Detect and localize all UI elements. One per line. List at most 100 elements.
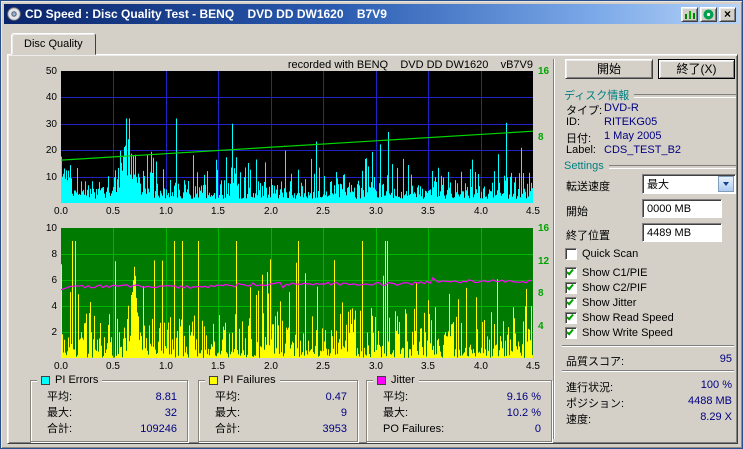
y-axis-tick: 40	[45, 92, 57, 103]
stat-row: 最大: 10.2 %	[367, 405, 551, 421]
close-button[interactable]: ×	[719, 6, 736, 22]
y-axis-right-tick: 8	[538, 288, 544, 299]
checkbox-quick-scan[interactable]: Quick Scan	[565, 247, 638, 261]
disc-info-value: DVD-R	[604, 102, 639, 114]
end-position-input[interactable]	[642, 223, 722, 242]
checkbox-box[interactable]	[565, 282, 577, 294]
legend-swatch	[377, 375, 386, 385]
disc-info-value: CDS_TEST_B2	[604, 144, 682, 156]
checkbox-box[interactable]	[565, 327, 577, 339]
checkbox-box[interactable]	[565, 267, 577, 279]
checkbox-show-jitter[interactable]: Show Jitter	[565, 296, 636, 310]
recorded-with-label: recorded with BENQ DVD DD DW1620 vB7V9	[287, 59, 533, 71]
stat-label: PO Failures:	[383, 423, 445, 435]
x-axis-tick: 0.0	[54, 361, 68, 372]
x-axis-tick: 0.5	[106, 206, 120, 217]
disc-info-header-text: ディスク情報	[564, 90, 630, 102]
start-button[interactable]: 開始	[565, 59, 653, 79]
legend-swatch	[209, 375, 218, 385]
y-axis-right-tick: 12	[538, 256, 550, 267]
start-position-label: 開始	[566, 206, 588, 218]
x-axis-tick: 4.0	[474, 206, 488, 217]
x-axis-tick: 3.5	[421, 361, 435, 372]
chart-icon	[684, 10, 695, 19]
x-axis-tick: 0.5	[106, 361, 120, 372]
checkbox-show-c1-pie[interactable]: Show C1/PIE	[565, 266, 647, 280]
start-position-input[interactable]	[642, 199, 722, 218]
titlebar[interactable]: CD Speed : Disc Quality Test - BENQ DVD …	[4, 4, 739, 24]
quality-score-label: 品質スコア:	[566, 356, 625, 368]
side-panel: 開始 終了(X) ディスク情報 タイプ: DVD-R ID: RITEKG05 日付: 1…	[560, 57, 738, 443]
stat-value: 8.81	[155, 391, 177, 403]
checkbox-label: Show C1/PIE	[582, 267, 648, 279]
disc-info-header: ディスク情報	[564, 87, 736, 103]
stat-row: 平均: 8.81	[31, 389, 187, 405]
stat-row: 最大: 32	[31, 405, 187, 421]
settings-header: Settings	[564, 160, 736, 172]
x-axis-tick: 3.0	[369, 206, 383, 217]
end-position-label: 終了位置	[566, 230, 610, 242]
stat-row: 合計: 109246	[31, 421, 187, 437]
x-axis-tick: 1.5	[211, 361, 225, 372]
checkbox-show-read-speed[interactable]: Show Read Speed	[565, 311, 674, 325]
transfer-speed-value: 最大	[647, 179, 669, 191]
y-axis-tick: 8	[51, 249, 57, 260]
y-axis-tick: 2	[51, 327, 57, 338]
window-title: CD Speed : Disc Quality Test - BENQ DVD …	[25, 7, 387, 21]
dropdown-button[interactable]	[718, 176, 734, 192]
checkbox-label: Show C2/PIF	[582, 282, 647, 294]
check-icon	[566, 312, 574, 321]
stat-box-legend: PI Errors	[37, 373, 103, 387]
stat-box-title: PI Failures	[223, 374, 276, 386]
stat-value: 0	[534, 423, 541, 435]
checkbox-box[interactable]	[565, 297, 577, 309]
stat-value: 32	[164, 407, 177, 419]
check-icon	[566, 327, 574, 336]
transfer-speed-select[interactable]: 最大	[642, 174, 736, 194]
x-axis-tick: 4.5	[526, 361, 540, 372]
check-icon	[566, 297, 574, 306]
stat-row: 平均: 0.47	[199, 389, 357, 405]
x-axis-tick: 2.0	[264, 206, 278, 217]
checkbox-label: Quick Scan	[582, 248, 639, 260]
disc-button[interactable]	[700, 6, 717, 22]
stat-box-pi-failures: PI Failures 平均: 0.47 最大: 9 合計: 3953	[198, 373, 358, 442]
x-axis-tick: 2.0	[264, 361, 278, 372]
stat-label: 最大:	[47, 407, 73, 419]
check-icon	[566, 267, 574, 276]
tab-page: recorded with BENQ DVD DD DW1620 vB7V9 開…	[7, 54, 738, 444]
stat-box-legend: Jitter	[373, 373, 419, 387]
chart-button[interactable]	[681, 6, 698, 22]
pi-errors-chart	[61, 71, 533, 203]
position-label: ポジション:	[566, 398, 625, 410]
stat-row: 合計: 3953	[199, 421, 357, 437]
stat-label: 最大:	[383, 407, 409, 419]
chevron-down-icon	[723, 182, 729, 186]
tab-disc-quality[interactable]: Disc Quality	[11, 33, 96, 55]
stat-row: 平均: 9.16 %	[367, 389, 551, 405]
checkbox-label: Show Write Speed	[582, 327, 673, 339]
stat-value: 3953	[322, 423, 347, 435]
checkbox-label: Show Jitter	[582, 297, 637, 309]
checkbox-box[interactable]	[565, 248, 577, 260]
stat-value: 0.47	[325, 391, 347, 403]
stat-box-title: Jitter	[391, 374, 415, 386]
checkbox-box[interactable]	[565, 312, 577, 324]
settings-header-text: Settings	[564, 160, 604, 172]
stat-value: 109246	[140, 423, 177, 435]
y-axis-tick: 4	[51, 301, 57, 312]
panel-separator	[553, 59, 555, 439]
stat-value: 10.2 %	[506, 407, 541, 419]
disc-info-value: 1 May 2005	[604, 130, 662, 142]
checkbox-show-c2-pif[interactable]: Show C2/PIF	[565, 281, 647, 295]
x-axis-tick: 3.5	[421, 206, 435, 217]
stat-row: 最大: 9	[199, 405, 357, 421]
legend-swatch	[41, 375, 50, 385]
progress-label: 進行状況:	[566, 382, 614, 394]
exit-button[interactable]: 終了(X)	[658, 59, 735, 79]
separator	[562, 370, 734, 372]
y-axis-tick: 6	[51, 275, 57, 286]
y-axis-right-tick: 16	[538, 66, 550, 77]
checkbox-show-write-speed[interactable]: Show Write Speed	[565, 326, 673, 340]
y-axis-tick: 50	[45, 66, 57, 77]
